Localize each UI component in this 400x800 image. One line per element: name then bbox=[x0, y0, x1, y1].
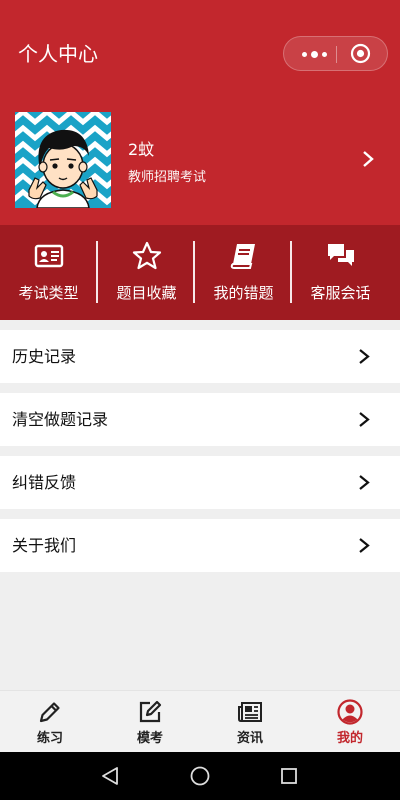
quick-nav-label: 考试类型 bbox=[18, 284, 79, 302]
chevron-right-icon bbox=[359, 349, 370, 364]
cartoon-avatar-icon bbox=[15, 112, 111, 208]
page-title: 个人中心 bbox=[18, 42, 98, 66]
tab-mock-exam[interactable]: 模考 bbox=[100, 691, 200, 753]
chevron-right-icon bbox=[359, 412, 370, 427]
quick-nav-divider bbox=[96, 241, 98, 303]
book-icon bbox=[230, 244, 255, 269]
more-dots-icon[interactable] bbox=[297, 37, 335, 70]
system-navigation-bar bbox=[0, 752, 400, 800]
tab-label: 资讯 bbox=[236, 731, 263, 746]
quick-nav-exam-type[interactable]: 考试类型 bbox=[0, 225, 97, 320]
quick-nav-label: 我的错题 bbox=[213, 284, 274, 302]
quick-nav-label: 题目收藏 bbox=[116, 284, 177, 302]
quick-nav: 考试类型 题目收藏 我的错题 客服会话 bbox=[0, 225, 400, 320]
user-exam-category: 教师招聘考试 bbox=[128, 170, 207, 185]
menu-label: 关于我们 bbox=[12, 536, 77, 555]
tab-label: 练习 bbox=[36, 731, 63, 746]
id-card-icon bbox=[34, 244, 64, 268]
newspaper-icon bbox=[238, 702, 262, 722]
tab-news[interactable]: 资讯 bbox=[200, 691, 300, 753]
tab-bar: 练习 模考 资讯 我的 bbox=[0, 690, 400, 752]
avatar[interactable] bbox=[15, 112, 111, 208]
tab-label: 我的 bbox=[336, 731, 363, 746]
tab-mine[interactable]: 我的 bbox=[300, 691, 400, 753]
menu-clear-records[interactable]: 清空做题记录 bbox=[0, 393, 400, 446]
header: 个人中心 2蚊 教师招聘考试 bbox=[0, 0, 400, 225]
chevron-right-icon bbox=[359, 475, 370, 490]
quick-nav-divider bbox=[193, 241, 195, 303]
tab-practice[interactable]: 练习 bbox=[0, 691, 100, 753]
star-icon bbox=[132, 241, 162, 270]
capsule-divider bbox=[336, 46, 337, 63]
pencil-icon bbox=[39, 702, 60, 723]
menu-label: 清空做题记录 bbox=[12, 410, 109, 429]
back-icon[interactable] bbox=[98, 764, 122, 788]
chevron-right-icon bbox=[359, 538, 370, 553]
home-icon[interactable] bbox=[188, 764, 212, 788]
menu-history[interactable]: 历史记录 bbox=[0, 330, 400, 383]
quick-nav-label: 客服会话 bbox=[310, 284, 371, 302]
chevron-right-icon[interactable] bbox=[361, 150, 375, 168]
quick-nav-favorites[interactable]: 题目收藏 bbox=[98, 225, 195, 320]
menu-label: 历史记录 bbox=[12, 347, 77, 366]
user-name: 2蚊 bbox=[128, 140, 155, 159]
recents-icon[interactable] bbox=[277, 764, 301, 788]
menu-feedback[interactable]: 纠错反馈 bbox=[0, 456, 400, 509]
chat-bubbles-icon bbox=[328, 244, 354, 266]
quick-nav-wrong-questions[interactable]: 我的错题 bbox=[195, 225, 292, 320]
mini-program-capsule bbox=[283, 36, 388, 71]
menu-about-us[interactable]: 关于我们 bbox=[0, 519, 400, 572]
mini-program-close-icon[interactable] bbox=[350, 43, 371, 64]
tab-label: 模考 bbox=[136, 731, 163, 746]
quick-nav-divider bbox=[290, 241, 292, 303]
edit-square-icon bbox=[139, 700, 162, 723]
quick-nav-customer-service[interactable]: 客服会话 bbox=[292, 225, 389, 320]
user-circle-icon bbox=[337, 699, 363, 725]
menu-label: 纠错反馈 bbox=[12, 473, 77, 492]
